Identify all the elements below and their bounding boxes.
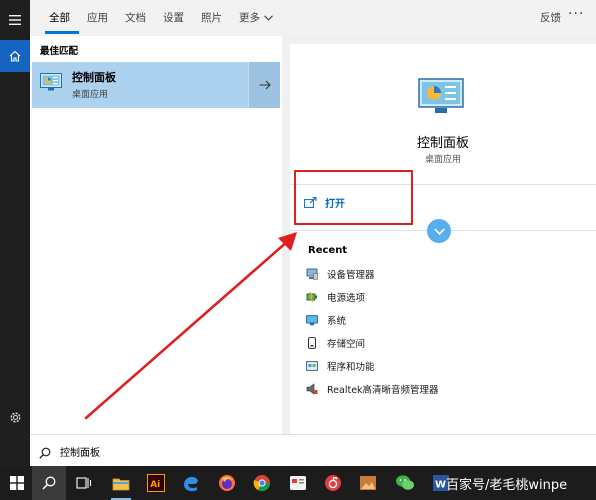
open-preview-button[interactable] <box>248 62 280 108</box>
taskbar-netease-music[interactable] <box>316 466 350 500</box>
best-match-heading: 最佳匹配 <box>40 46 79 57</box>
recent-item-label: 存储空间 <box>327 339 366 350</box>
taskbar-photos[interactable] <box>351 466 385 500</box>
svg-text:Ai: Ai <box>150 480 160 490</box>
feedback-link[interactable]: 反馈 <box>540 10 561 25</box>
search-box[interactable] <box>30 434 596 466</box>
recent-item-storage[interactable]: 存储空间 <box>306 334 365 352</box>
expand-button[interactable] <box>427 219 451 243</box>
hamburger-menu-button[interactable] <box>0 6 30 34</box>
folder-icon <box>112 478 130 490</box>
ellipsis-icon: ··· <box>568 6 585 22</box>
active-tab-indicator <box>45 31 79 34</box>
edge-icon <box>184 476 198 492</box>
taskbar-edge[interactable] <box>174 466 208 500</box>
left-rail <box>0 0 30 466</box>
chevron-down-icon <box>433 227 445 235</box>
recent-item-label: 设备管理器 <box>327 270 375 281</box>
preview-panel: 控制面板 桌面应用 打开 Recent 设备管理器 电源选项 系统 存储空间 程… <box>290 44 596 434</box>
chrome-icon <box>253 475 271 492</box>
watermark: 百家号/老毛桃winpe <box>446 478 568 493</box>
taskbar-app[interactable] <box>281 466 315 500</box>
home-button[interactable] <box>0 40 30 72</box>
tab-documents[interactable]: 文档 <box>125 10 146 25</box>
recent-item-label: 系统 <box>327 316 347 327</box>
svg-text:W: W <box>435 480 446 491</box>
storage-icon <box>308 337 316 349</box>
realtek-audio-icon <box>306 383 318 395</box>
taskbar-search-button[interactable] <box>32 466 66 500</box>
search-icon <box>42 476 56 490</box>
illustrator-icon: Ai <box>147 474 165 492</box>
tab-more[interactable]: 更多 <box>239 10 273 25</box>
results-panel: 最佳匹配 控制面板 桌面应用 <box>30 36 282 466</box>
settings-button[interactable] <box>0 400 30 434</box>
taskbar-illustrator[interactable]: Ai <box>139 466 173 500</box>
windows-logo-icon <box>10 476 24 490</box>
taskbar: Ai W 百家号/老毛桃winpe <box>0 466 596 500</box>
tab-all[interactable]: 全部 <box>49 10 70 25</box>
system-icon <box>306 315 318 326</box>
firefox-icon <box>219 475 235 491</box>
recent-item-label: Realtek高清晰音频管理器 <box>327 385 439 396</box>
programs-icon <box>306 361 318 371</box>
device-manager-icon <box>306 268 318 280</box>
start-button[interactable] <box>0 466 34 500</box>
task-view-icon <box>76 477 92 489</box>
app-icon <box>290 476 306 490</box>
photos-icon <box>360 476 376 490</box>
tab-settings[interactable]: 设置 <box>163 10 184 25</box>
best-match-result[interactable]: 控制面板 桌面应用 <box>32 62 248 108</box>
taskbar-wechat[interactable] <box>388 466 422 500</box>
arrow-right-icon <box>259 80 271 90</box>
recent-item-label: 电源选项 <box>327 293 366 304</box>
taskbar-file-explorer[interactable] <box>104 466 138 500</box>
recent-item-power-options[interactable]: 电源选项 <box>306 288 365 306</box>
tab-more-label: 更多 <box>239 12 260 24</box>
home-icon <box>9 50 21 62</box>
recent-heading: Recent <box>308 245 348 256</box>
music-icon <box>325 475 341 491</box>
preview-subtitle: 桌面应用 <box>424 155 461 165</box>
recent-item-system[interactable]: 系统 <box>306 311 346 329</box>
best-match-subtitle: 桌面应用 <box>72 90 109 100</box>
preview-title: 控制面板 <box>416 136 469 151</box>
recent-item-realtek[interactable]: Realtek高清晰音频管理器 <box>306 380 439 398</box>
more-options-button[interactable]: ··· <box>568 6 584 22</box>
taskbar-chrome[interactable] <box>245 466 279 500</box>
recent-item-label: 程序和功能 <box>327 362 375 373</box>
chevron-down-icon <box>264 14 273 21</box>
annotation-highlight-box <box>294 170 413 225</box>
gear-icon <box>9 411 21 423</box>
taskbar-firefox[interactable] <box>210 466 244 500</box>
search-input[interactable] <box>60 443 360 459</box>
tab-photos[interactable]: 照片 <box>201 10 222 25</box>
tab-apps[interactable]: 应用 <box>87 10 108 25</box>
hamburger-icon <box>9 15 21 25</box>
recent-item-device-manager[interactable]: 设备管理器 <box>306 265 375 283</box>
power-options-icon <box>306 291 317 303</box>
task-view-button[interactable] <box>67 466 101 500</box>
control-panel-large-icon <box>418 78 464 118</box>
search-tab-bar: 全部 应用 文档 设置 照片 更多 反馈 ··· <box>30 0 596 36</box>
search-icon <box>39 444 51 463</box>
control-panel-icon <box>40 73 62 95</box>
best-match-title: 控制面板 <box>72 71 116 84</box>
wechat-icon <box>396 475 414 490</box>
recent-item-programs[interactable]: 程序和功能 <box>306 357 375 375</box>
